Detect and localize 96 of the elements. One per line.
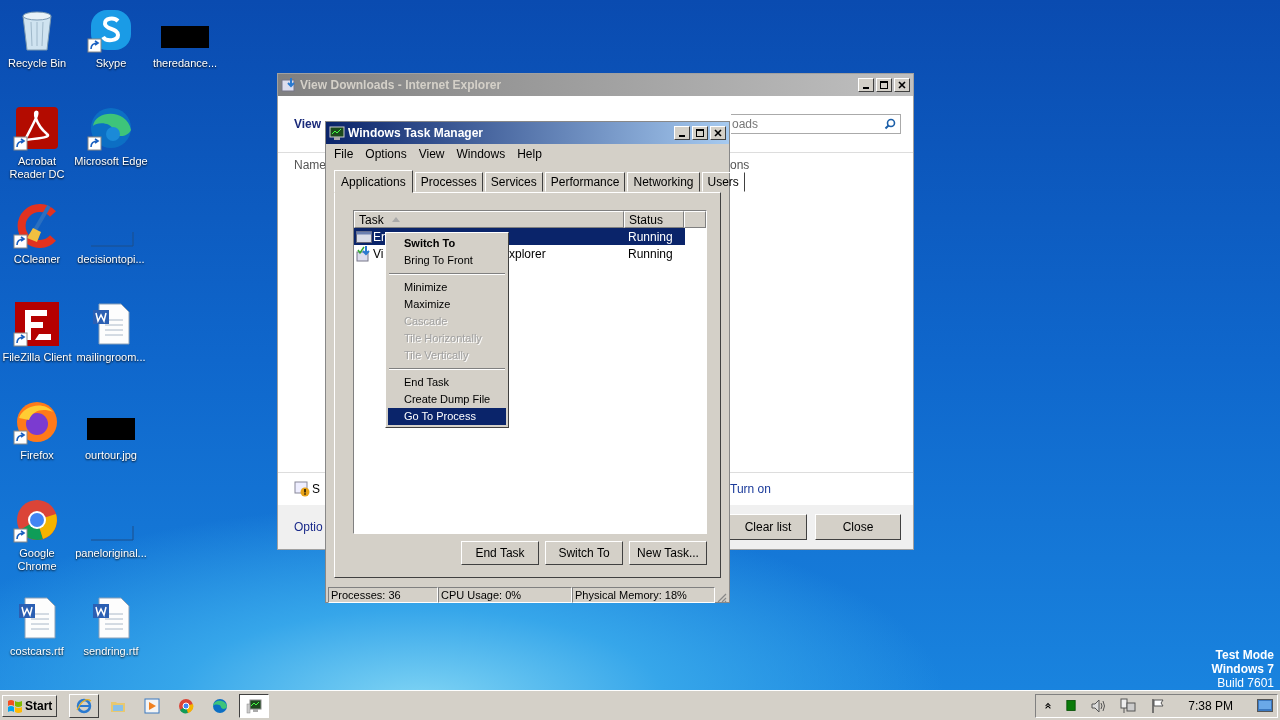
dialog-button[interactable]: Clear list [729,514,807,540]
monitor-icon [246,697,263,714]
show-hidden-icons-icon[interactable] [1044,700,1053,711]
tab[interactable]: Users [701,172,745,192]
column-header[interactable]: Status [624,211,684,228]
desktop-icon-label[interactable]: mailingroom... [76,351,146,364]
download-icon [281,77,297,93]
speaker-icon[interactable] [1090,697,1107,714]
menu-item[interactable]: Bring To Front [388,252,506,269]
window-title: Windows Task Manager [348,126,485,140]
desktop-icon-label[interactable]: decisiontopi... [77,253,145,266]
menu-item[interactable]: End Task [388,374,506,391]
desktop-icon-label[interactable]: Recycle Bin [7,57,67,70]
task-status[interactable]: Running [624,246,673,261]
minimize-icon [863,87,869,89]
desktop-icon-label[interactable]: FileZilla Client [2,351,72,364]
system-notice-text: Test Mode [1215,648,1274,662]
show-desktop-icon[interactable] [1257,698,1273,713]
windows-logo-icon [7,697,23,714]
close-icon [897,80,907,90]
desktop-icon-label[interactable]: theredance... [152,57,218,70]
maximize-button[interactable] [876,78,892,92]
close-button[interactable] [894,78,910,92]
start-button[interactable]: Start [2,694,58,717]
menu-item[interactable]: Switch To [388,235,506,252]
task-button[interactable]: End Task [461,541,539,565]
notice-text: S [312,482,320,496]
column-header[interactable]: ons [730,158,750,172]
close-icon [713,128,723,138]
warning-icon [294,481,310,497]
menu-item[interactable]: Create Dump File [388,391,506,408]
tab[interactable]: Performance [544,172,626,192]
download-icon [356,245,372,262]
turn-on-link[interactable]: Turn on [730,482,771,496]
menu-item[interactable]: File [328,146,360,162]
maximize-icon [695,128,705,138]
resize-grip-icon[interactable] [715,591,727,603]
clock[interactable]: 7:38 PM [1188,698,1233,713]
browser-icon [212,697,229,714]
task-name: xplorer [509,246,546,261]
close-button[interactable] [710,126,726,140]
taskbar-button[interactable] [239,693,270,718]
page-heading: View [294,117,322,131]
menu-item[interactable]: Go To Process [388,408,506,425]
task-name: Er [373,229,385,244]
tab[interactable]: Services [484,172,543,192]
menu-item[interactable]: Help [511,146,548,162]
menu-item[interactable]: Options [359,146,413,162]
browser-icon [76,697,93,714]
desktop-icon-label[interactable]: paneloriginal... [75,547,147,560]
desktop-icon-label[interactable]: Firefox [20,449,54,462]
system-notice-text: Build 7601 [1217,676,1274,690]
desktop-icon-label[interactable]: CCleaner [13,253,61,266]
system-notice-text: Windows 7 [1211,662,1274,676]
tab[interactable]: Applications [334,170,413,193]
app-icon[interactable] [13,104,61,152]
maximize-icon [879,80,889,90]
window-icon [356,228,372,245]
status-bar-field: CPU Usage: 0% [438,587,572,603]
menu-item[interactable]: Maximize [388,296,506,313]
play-icon [144,697,161,714]
column-header[interactable]: Name [294,158,326,172]
network-icon[interactable] [1120,697,1137,714]
minimize-button[interactable] [674,126,690,140]
desktop-icon-label[interactable]: Microsoft Edge [74,155,148,168]
status-bar-field: Physical Memory: 18% [572,587,715,603]
task-button[interactable]: Switch To [545,541,623,565]
minimize-button[interactable] [858,78,874,92]
options-link[interactable]: Optio [294,520,323,534]
monitor-icon [329,125,345,141]
column-header[interactable]: Task [354,211,624,228]
maximize-button[interactable] [692,126,708,140]
search-field[interactable]: oads [731,114,884,134]
minimize-icon [679,135,685,137]
flag-icon[interactable] [1150,697,1167,714]
task-button[interactable]: New Task... [629,541,707,565]
desktop-icon-label[interactable]: ourtour.jpg [85,449,137,462]
tab[interactable]: Processes [414,172,483,192]
desktop-icon-label[interactable]: Skype [95,57,127,70]
browser-icon [178,697,195,714]
search-icon [884,118,896,130]
menu-item[interactable]: Minimize [388,279,506,296]
desktop-icon-label[interactable]: Acrobat Reader DC [0,155,74,181]
desktop-icon-label[interactable]: Google Chrome [0,547,74,573]
status-bar-field: Processes: 36 [328,587,438,603]
menu-item[interactable]: View [412,146,451,162]
app-icon[interactable] [13,300,61,348]
sort-arrow-icon [391,217,400,222]
tray-app-icon[interactable] [1066,699,1077,712]
dialog-button[interactable]: Close [815,514,901,540]
tab[interactable]: Networking [627,172,700,192]
menu-item[interactable]: Windows [450,146,512,162]
window-title: View Downloads - Internet Explorer [300,78,503,92]
task-status[interactable]: Running [624,229,673,244]
task-name: Vi [373,246,384,261]
search-button[interactable] [884,114,901,134]
